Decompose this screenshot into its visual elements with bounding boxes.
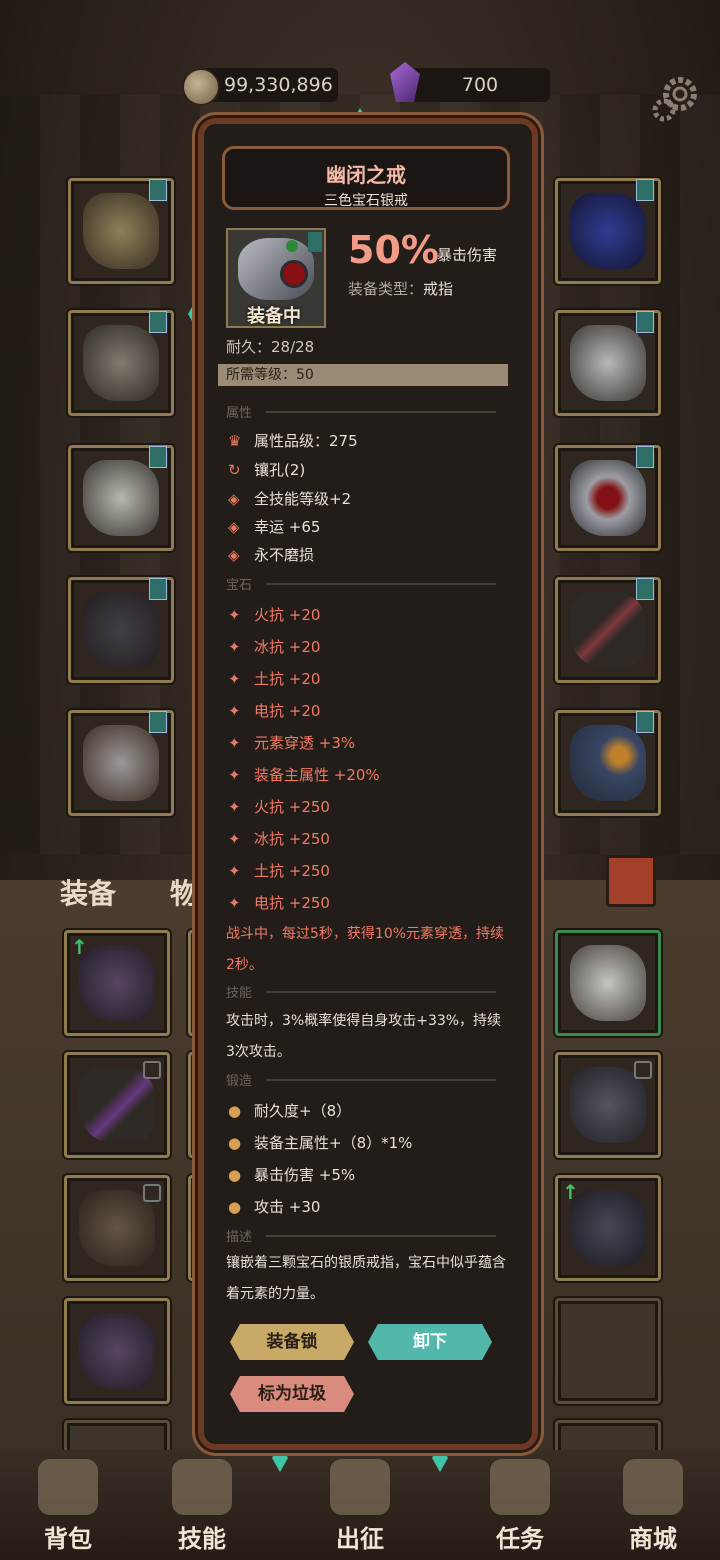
inventory-slot[interactable] [64, 1298, 170, 1404]
description-text: 镶嵌着三颗宝石的银质戒指，宝石中似乎蕴含着元素的力量。 [226, 1255, 506, 1302]
lock-icon [143, 1184, 161, 1202]
trash-icon[interactable] [606, 855, 656, 907]
gem-stat-line: ✦ 冰抗 +250 [228, 830, 330, 848]
quests-icon [490, 1459, 550, 1515]
section-gems: 宝石 [226, 574, 497, 593]
inventory-slot[interactable]: ↑ [64, 930, 170, 1036]
inventory-slot[interactable] [555, 930, 661, 1036]
skills-icon [172, 1459, 232, 1515]
gem-stat-line: ✦ 火抗 +250 [228, 798, 330, 816]
equip-slot-gloves[interactable] [68, 445, 174, 551]
gem-stat-line: ✦ 元素穿透 +3% [228, 734, 356, 752]
equip-slot-armor[interactable] [68, 310, 174, 416]
coin-icon [182, 68, 220, 106]
section-attributes: 属性 [226, 402, 497, 421]
diamond-icon: ◈ [228, 490, 240, 508]
item-subtitle: 三色宝石银戒 [324, 193, 408, 209]
equip-slot-ring[interactable] [555, 445, 661, 551]
gem-stat-line: ✦ 电抗 +20 [228, 702, 321, 720]
settings-gear-icon[interactable] [650, 72, 702, 124]
tag-icon [149, 578, 167, 600]
mark-as-junk-button[interactable]: 标为垃圾 [230, 1376, 354, 1412]
coin-count: 99,330,896 [224, 74, 333, 96]
item-detail-popup: 幽闭之戒 三色宝石银戒 装备中 50% 暴击伤害 装备类型：戒指 耐久：28/2… [198, 118, 538, 1450]
item-type: 装备类型：戒指 [348, 280, 454, 298]
tag-icon [149, 446, 167, 468]
nav-quests[interactable]: 任务 [470, 1459, 570, 1554]
durability: 耐久：28/28 [226, 338, 315, 356]
attribute-line: ◈ 幸运 +65 [228, 518, 321, 536]
forge-line: ● 攻击 +30 [228, 1198, 321, 1216]
tag-icon [636, 711, 654, 733]
unequip-button[interactable]: 卸下 [368, 1324, 492, 1360]
tag-icon [636, 311, 654, 333]
main-stat-value: 50% [348, 228, 439, 272]
attribute-line: ♛ 属性品级：275 [228, 432, 358, 450]
main-stat-label: 暴击伤害 [437, 246, 498, 264]
equipped-label: 装备中 [247, 306, 301, 327]
gem-effect-text: 战斗中，每过5秒，获得10%元素穿透，持续2秒。 [226, 926, 505, 973]
item-header: 幽闭之戒 三色宝石银戒 [222, 146, 510, 210]
equip-slot-boots[interactable] [68, 710, 174, 816]
nav-shop[interactable]: 商城 [603, 1459, 703, 1554]
bottom-nav: 背包 技能 出征 任务 商城 [0, 1450, 720, 1560]
nav-expedition[interactable]: 出征 [310, 1459, 410, 1554]
tag-icon [308, 232, 322, 252]
tag-icon [636, 578, 654, 600]
diamond-icon: ◈ [228, 546, 240, 564]
inventory-slot[interactable]: ↑ [555, 1175, 661, 1281]
equip-slot-pants[interactable] [68, 577, 174, 683]
equipment-lock-button[interactable]: 装备锁 [230, 1324, 354, 1360]
forge-line: ● 耐久度+（8） [228, 1102, 352, 1120]
gem-stat-line: ✦ 装备主属性 +20% [228, 766, 380, 784]
item-name: 幽闭之戒 [326, 163, 406, 187]
tag-icon [636, 446, 654, 468]
tag-icon [636, 179, 654, 201]
section-skills: 技能 [226, 982, 497, 1001]
inventory-slot-empty[interactable] [555, 1298, 661, 1404]
attribute-line: ◈ 永不磨损 [228, 546, 315, 564]
equip-slot-offhand[interactable] [555, 710, 661, 816]
equip-slot-helmet[interactable] [68, 178, 174, 284]
equip-slot-necklace[interactable] [555, 178, 661, 284]
required-level: 所需等级：50 [218, 364, 508, 386]
attribute-line: ↻ 镶孔(2) [228, 461, 306, 479]
nav-skills[interactable]: 技能 [152, 1459, 252, 1554]
forge-line: ● 暴击伤害 +5% [228, 1166, 356, 1184]
skill-text: 攻击时，3%概率使得自身攻击+33%，持续3次攻击。 [226, 1013, 502, 1060]
equip-slot-weapon[interactable] [555, 577, 661, 683]
gem-stat-line: ✦ 火抗 +20 [228, 606, 321, 624]
diamond-icon: ◈ [228, 518, 240, 536]
gem-stat-line: ✦ 土抗 +20 [228, 670, 321, 688]
inventory-slot[interactable] [64, 1175, 170, 1281]
gem-stat-line: ✦ 冰抗 +20 [228, 638, 321, 656]
currency-bar: 99,330,896 700 [0, 62, 720, 108]
expedition-icon [330, 1459, 390, 1515]
backpack-icon [38, 1459, 98, 1515]
shop-icon [623, 1459, 683, 1515]
tab-equipment[interactable]: 装备 [60, 872, 116, 912]
inventory-slot[interactable] [555, 1052, 661, 1158]
crown-icon: ♛ [228, 432, 242, 450]
upgrade-arrow-icon: ↑ [562, 1180, 579, 1204]
nav-backpack[interactable]: 背包 [18, 1459, 118, 1554]
tag-icon [149, 711, 167, 733]
socket-icon: ↻ [228, 461, 241, 479]
tag-icon [149, 311, 167, 333]
gem-stat-line: ✦ 土抗 +250 [228, 862, 330, 880]
lock-icon [143, 1061, 161, 1079]
section-description: 描述 [226, 1226, 497, 1245]
forge-line: ● 装备主属性+（8）*1% [228, 1134, 413, 1152]
tag-icon [149, 179, 167, 201]
gem-count: 700 [410, 68, 550, 102]
inventory-slot[interactable] [64, 1052, 170, 1158]
lock-icon [634, 1061, 652, 1079]
gem-stat-line: ✦ 电抗 +250 [228, 894, 330, 912]
equip-slot-cloak[interactable] [555, 310, 661, 416]
upgrade-arrow-icon: ↑ [71, 935, 88, 959]
section-forge: 锻造 [226, 1070, 497, 1089]
attribute-line: ◈ 全技能等级+2 [228, 490, 352, 508]
